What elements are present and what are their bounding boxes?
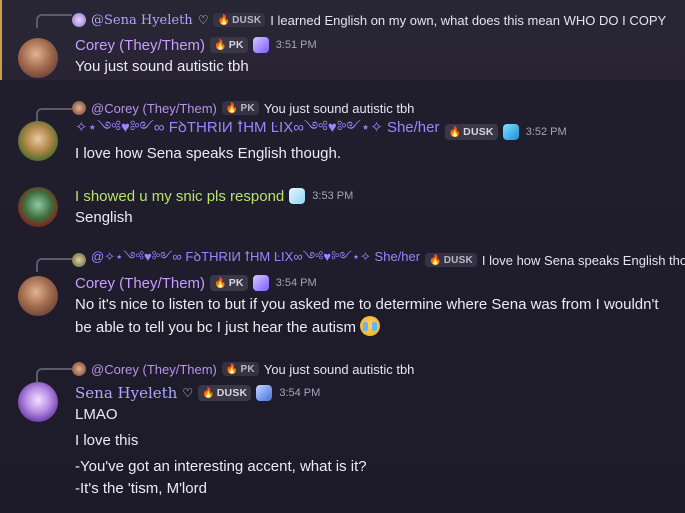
message-line: LMAO [75,406,118,423]
message-header: ✧⋆༺♥༻∞ FꝺTHRIИ ꝉHM ĿIX∞༺♥༻⋆✧ She/her 🔥 DU… [75,119,567,143]
reply-preview[interactable]: @Corey (They/Them) 🔥 PK You just sound au… [72,360,414,378]
reply-text[interactable]: You just sound autistic tbh [264,362,415,377]
timestamp: 3:52 PM [525,126,567,138]
reply-preview[interactable]: @✧⋆༺♥༻∞ FꝺTHRIИ ꝉHM ĿIX∞༺♥༻⋆✧ She/her 🔥 D… [72,249,685,269]
message-content: I love how Sena speaks English though. [75,143,671,165]
message-header: Corey (They/Them) 🔥 PK 3:54 PM [75,272,317,294]
message-header: I showed u my snic pls respond 3:53 PM [75,185,353,207]
message-4: @✧⋆༺♥༻∞ FꝺTHRIИ ꝉHM ĿIX∞༺♥༻⋆✧ She/her 🔥 D… [0,248,685,348]
timestamp: 3:51 PM [275,39,317,51]
dusk-tag: 🔥 DUSK [213,13,266,27]
message-5: @Corey (They/Them) 🔥 PK You just sound au… [0,356,685,513]
purple-flame-icon: 🔥 [202,387,215,399]
reply-avatar [72,362,86,376]
tag-label: DUSK [443,254,473,266]
message-content: No it's nice to listen to but if you ask… [75,294,671,339]
message-header: Corey (They/Them) 🔥 PK 3:51 PM [75,34,317,56]
message-line-text: be able to tell you bc I just hear the a… [75,319,356,336]
flame-icon: 🔥 [225,363,239,375]
timestamp: 3:54 PM [279,387,321,399]
message-line: -You've got an interesting accent, what … [75,458,367,475]
purple-flame-icon: 🔥 [448,126,462,138]
message-3: I showed u my snic pls respond 3:53 PM S… [0,180,685,236]
loudly-crying-face-emoji [360,316,381,336]
message-line: You just sound autistic tbh [75,58,249,75]
message-content: LMAO I love this -You've got an interest… [75,404,671,500]
tag-label: DUSK [216,387,248,399]
author-name[interactable]: Corey (They/Them) [75,37,205,54]
message-line: No it's nice to listen to but if you ask… [75,296,659,313]
flame-icon: 🔥 [214,277,227,289]
message-content: You just sound autistic tbh [75,56,671,78]
message-line: -It's the 'tism, M'lord [75,480,207,497]
dusk-tag: 🔥 DUSK [425,253,477,267]
author-name[interactable]: Sena Hyeleth [75,384,177,402]
avatar[interactable] [18,276,58,316]
message-1: @Sena Hyeleth ♡ 🔥 DUSK I learned English … [0,0,685,80]
author-name[interactable]: I showed u my snic pls respond [75,188,284,205]
message-line: Senglish [75,209,133,226]
reply-text[interactable]: I love how Sena speaks English though. [482,253,685,268]
purple-flame-icon: 🔥 [217,14,231,26]
avatar[interactable] [18,187,58,227]
tag-label: PK [228,39,244,51]
reply-author[interactable]: @Sena Hyeleth [91,13,193,28]
ice-cube-icon [289,188,306,204]
pk-tag: 🔥 PK [210,275,248,291]
reply-connector [36,368,72,382]
avatar[interactable] [18,382,58,422]
reply-connector [36,258,72,272]
tag-label: DUSK [463,126,494,138]
dusk-tag: 🔥 DUSK [444,124,498,140]
timestamp: 3:54 PM [275,277,317,289]
pk-tag: 🔥 PK [221,362,259,376]
tag-label: DUSK [232,14,262,26]
flame-icon: 🔥 [214,39,227,51]
purple-flame-icon: 🔥 [429,254,442,266]
reply-avatar [72,253,86,267]
message-header: Sena Hyeleth ♡ 🔥 DUSK 3:54 PM [75,382,320,404]
gem-icon [256,385,273,401]
avatar[interactable] [18,38,58,78]
gem-icon [252,37,269,53]
tag-label: PK [240,363,255,375]
avatar[interactable] [18,121,58,161]
tag-label: PK [228,277,244,289]
author-name[interactable]: Corey (They/Them) [75,275,205,292]
pk-tag: 🔥 PK [210,37,248,53]
reply-connector [36,14,72,28]
heart-icon: ♡ [182,386,194,400]
gem-icon [252,275,269,291]
message-line-2: be able to tell you bc I just hear the a… [75,316,671,339]
reply-avatar [72,13,86,27]
reply-text[interactable]: I learned English on my own, what does t… [270,13,666,28]
timestamp: 3:53 PM [312,190,354,202]
heart-icon: ♡ [197,13,209,27]
message-line: I love how Sena speaks English though. [75,145,342,162]
message-content: Senglish [75,207,671,229]
gem-icon [502,124,519,140]
message-line: I love this [75,432,139,449]
reply-author[interactable]: @Corey (They/Them) [91,362,217,377]
dusk-tag: 🔥 DUSK [198,385,252,401]
reply-connector [36,108,72,122]
message-2: @Corey (They/Them) 🔥 PK You just sound au… [0,96,685,168]
reply-preview[interactable]: @Sena Hyeleth ♡ 🔥 DUSK I learned English … [72,11,666,29]
